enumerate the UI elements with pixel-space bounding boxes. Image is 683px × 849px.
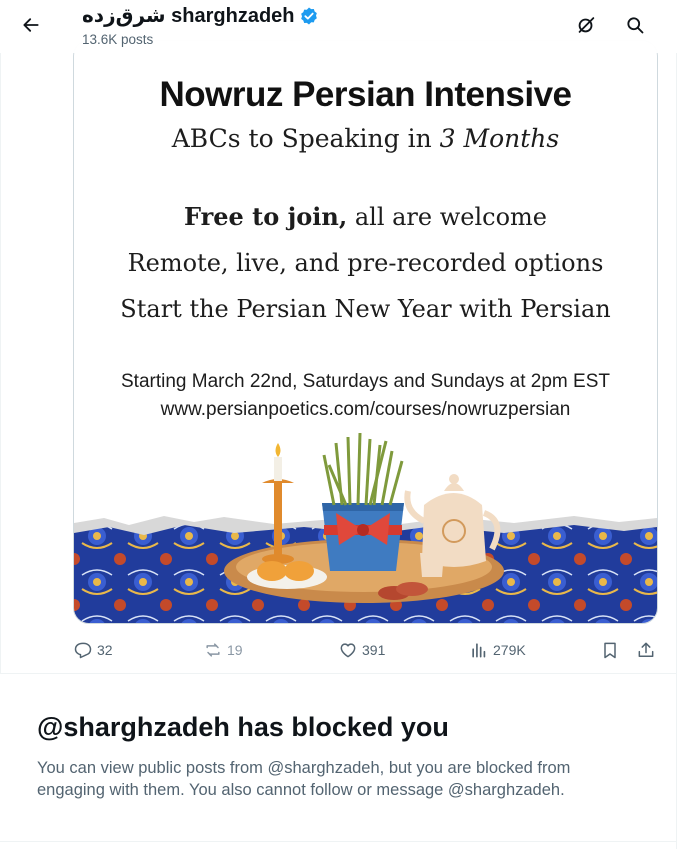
grok-icon [578,17,595,33]
views-button[interactable]: 279K [469,634,526,666]
reply-icon [74,642,92,659]
post-image[interactable]: Nowruz Persian Intensive ABCs to Speakin… [73,40,658,624]
divider [0,841,676,842]
profile-header: شرق‌زده sharghzadeh 13.6K posts [0,0,683,53]
image-schedule: Starting March 22nd, Saturdays and Sunda… [121,371,610,392]
repost-button: 19 [203,634,243,666]
views-count: 279K [493,642,526,658]
views-icon [472,643,486,658]
repost-count: 19 [227,642,243,658]
heart-icon [340,643,356,658]
like-button[interactable]: 391 [338,634,385,666]
divider [0,673,676,674]
timeline-right-border [676,0,677,849]
blocked-message: You can view public posts from @sharghza… [37,759,571,799]
back-button[interactable] [13,7,49,43]
reply-button[interactable]: 32 [73,634,113,666]
share-button[interactable] [636,634,656,666]
image-line-free: Free to join, all are welcome [183,202,548,231]
haft-sin-illustration [74,432,657,623]
arrow-left-icon [23,18,39,32]
image-subtitle: ABCs to Speaking in 3 Months [171,124,560,153]
repost-icon [206,643,220,657]
search-icon [627,17,644,34]
post-count: 13.6K posts [82,32,154,47]
bookmark-icon [604,642,616,659]
share-icon [638,642,654,657]
timeline-left-border [0,53,1,673]
image-line-newyear: Start the Persian New Year with Persian [120,295,611,323]
post-actions: 32 19 391 279K [73,634,656,666]
image-title: Nowruz Persian Intensive [159,75,572,114]
profile-name: شرق‌زده sharghzadeh [82,3,319,28]
grok-button[interactable] [568,7,604,43]
display-name: شرق‌زده sharghzadeh [82,5,295,27]
image-url: www.persianpoetics.com/courses/nowruzper… [160,399,571,420]
search-button[interactable] [617,7,653,43]
image-line-remote: Remote, live, and pre-recorded options [127,249,604,277]
verified-badge-icon [299,6,319,26]
bookmark-button[interactable] [600,634,620,666]
blocked-title: @sharghzadeh has blocked you [37,712,449,742]
reply-count: 32 [97,642,113,658]
like-count: 391 [362,642,386,658]
